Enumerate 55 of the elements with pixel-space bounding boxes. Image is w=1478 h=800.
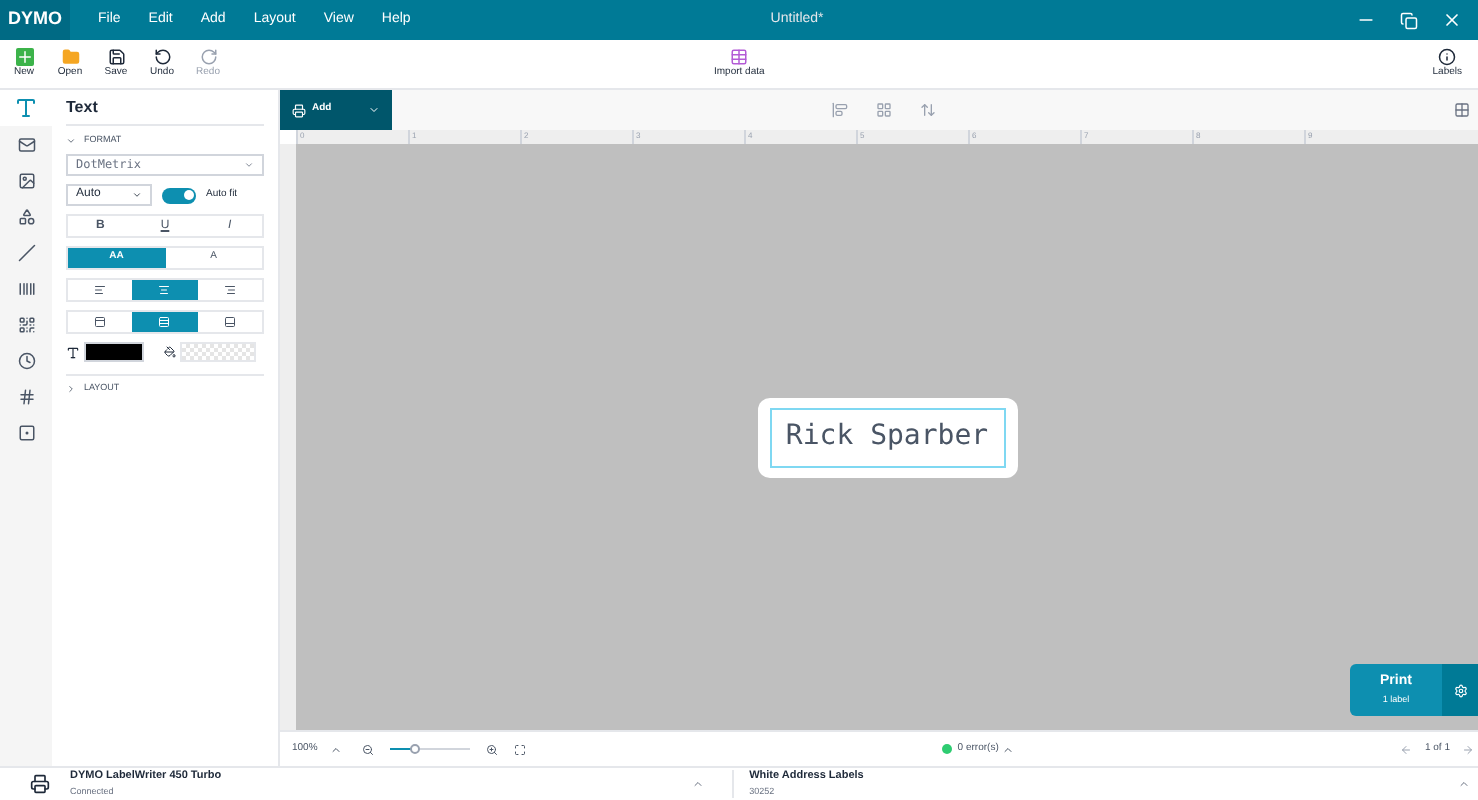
envelope-icon	[17, 135, 35, 153]
fill-color-swatch[interactable]	[180, 342, 256, 362]
text-color-icon	[66, 345, 80, 359]
close-icon[interactable]	[1442, 10, 1462, 30]
caret-icon[interactable]	[1458, 778, 1470, 790]
caret-icon[interactable]	[691, 778, 704, 790]
qr-code-icon	[17, 315, 35, 333]
align-icon[interactable]	[832, 102, 848, 118]
caret-icon[interactable]	[1002, 743, 1015, 755]
spacing-icon[interactable]	[920, 102, 936, 118]
folder-icon	[61, 47, 79, 66]
caret-icon	[66, 384, 76, 394]
slider-thumb[interactable]	[409, 744, 420, 754]
undo-icon	[153, 47, 171, 66]
caret-icon	[368, 104, 380, 116]
print-settings-button[interactable]	[1442, 664, 1478, 716]
redo-icon	[199, 47, 217, 66]
valign-button[interactable]	[132, 312, 198, 332]
align-right-icon	[223, 284, 236, 296]
hash-icon	[17, 387, 35, 405]
info-icon	[1438, 47, 1457, 66]
caret-icon	[244, 160, 254, 170]
arrange-icon[interactable]	[876, 102, 892, 118]
caret-icon	[132, 190, 142, 200]
line-icon	[17, 243, 35, 261]
plus-icon	[15, 47, 33, 66]
grid-icon[interactable]	[1454, 102, 1470, 118]
align-bottom-icon	[223, 316, 236, 328]
barcode-icon	[17, 279, 35, 297]
align-left-icon	[94, 284, 107, 296]
zoom-out-icon[interactable]	[361, 743, 374, 755]
caret-icon	[66, 135, 76, 145]
printer-icon	[30, 774, 50, 794]
frame-icon	[17, 423, 35, 441]
logo: DYMO	[0, 0, 70, 40]
caret-icon[interactable]	[329, 743, 342, 755]
align-top-icon	[94, 316, 107, 328]
previous-icon[interactable]	[1400, 743, 1413, 755]
zoom-in-icon[interactable]	[485, 743, 498, 755]
fill-color-icon	[164, 346, 176, 358]
autofit-toggle[interactable]	[162, 187, 196, 203]
text-object[interactable]: Rick Sparber	[769, 407, 1005, 467]
panel-title: Text	[66, 90, 264, 126]
clock-icon	[17, 351, 35, 369]
align-center-icon	[158, 284, 171, 296]
image-icon	[17, 171, 35, 189]
table-icon	[730, 47, 749, 66]
text-color-swatch[interactable]	[84, 342, 144, 362]
align-button[interactable]	[132, 280, 198, 300]
align-middle-icon	[158, 316, 171, 328]
text-icon	[14, 96, 38, 120]
tool-button[interactable]	[0, 90, 52, 126]
restore-icon[interactable]	[1400, 11, 1418, 29]
shapes-icon	[17, 207, 35, 225]
settings-icon	[1453, 683, 1467, 697]
